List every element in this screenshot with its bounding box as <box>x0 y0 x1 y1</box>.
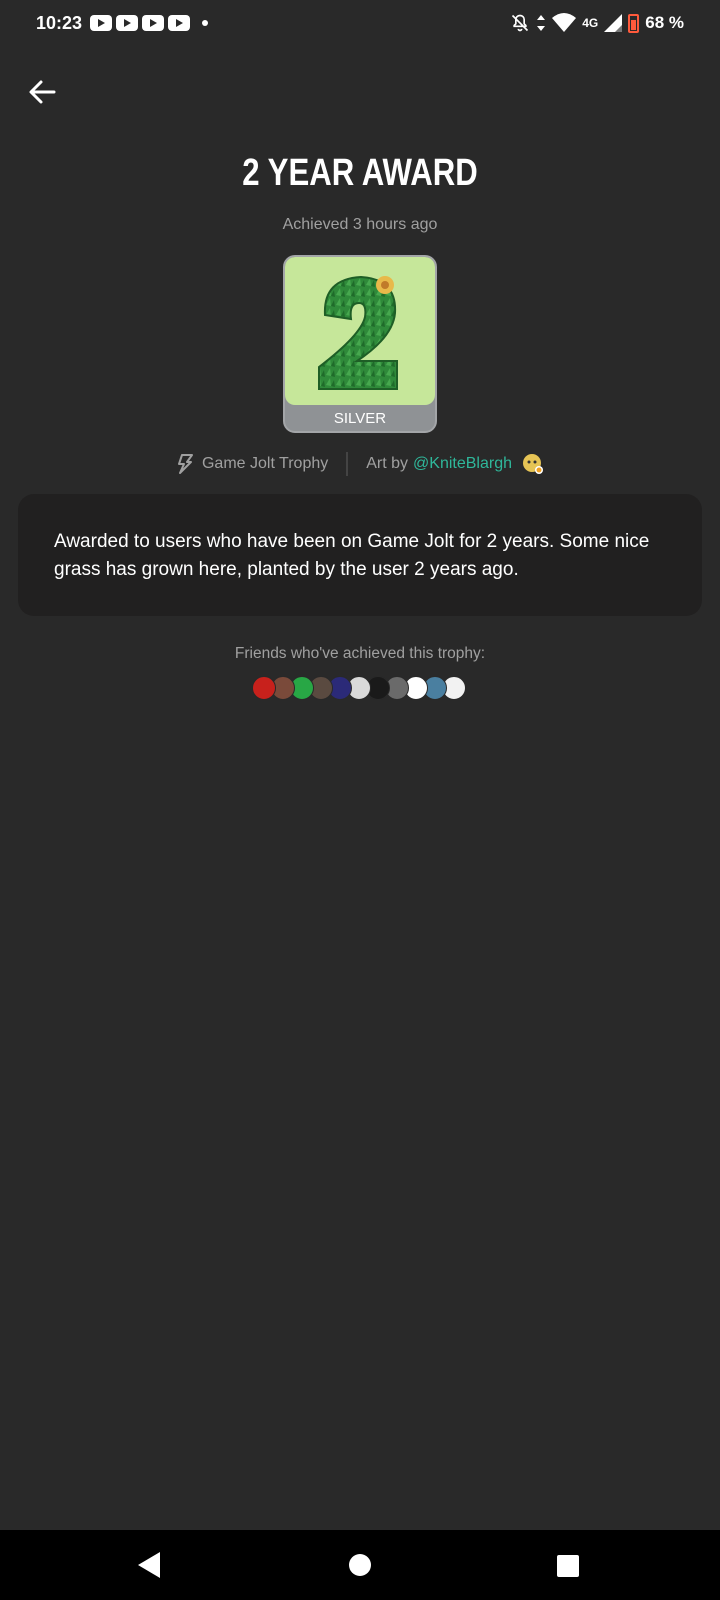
youtube-icon <box>90 15 112 31</box>
data-arrows-icon <box>537 15 546 31</box>
artist-link[interactable]: @KniteBlargh <box>413 455 512 473</box>
friends-avatar-list[interactable] <box>252 676 466 702</box>
status-bar: 10:23 4G 68 % <box>0 0 720 48</box>
network-type: 4G <box>582 16 599 30</box>
battery-icon <box>628 13 640 33</box>
trophy-description: Awarded to users who have been on Game J… <box>54 531 650 580</box>
status-right: 4G 68 % <box>510 13 684 33</box>
battery-level: 68 % <box>645 13 684 32</box>
trophy-meta: Game Jolt Trophy Art by @KniteBlargh <box>0 452 720 476</box>
grass-number-two-icon <box>318 275 398 390</box>
notifications-off-icon <box>512 14 529 32</box>
system-nav-bar <box>0 1530 720 1600</box>
friend-avatar[interactable] <box>252 676 276 700</box>
nav-back-icon[interactable] <box>138 1552 160 1578</box>
wifi-icon <box>552 13 577 32</box>
nav-home-icon[interactable] <box>349 1554 371 1576</box>
trophy-source-label: Game Jolt Trophy <box>201 455 329 472</box>
nav-recents-icon[interactable] <box>557 1555 579 1577</box>
signal-icon <box>604 14 623 32</box>
back-button[interactable] <box>22 72 62 112</box>
more-notifications-dot-icon <box>202 20 208 26</box>
trophy-image <box>285 257 435 405</box>
youtube-icon <box>142 15 164 31</box>
achieved-time: Achieved 3 hours ago <box>282 216 438 233</box>
trophy-tier-label: SILVER <box>333 410 387 427</box>
trophy-description-card: Awarded to users who have been on Game J… <box>18 494 702 616</box>
trophy-title: 2 YEAR AWARD <box>242 152 478 194</box>
game-jolt-bolt-icon <box>177 454 193 474</box>
meta-divider <box>346 452 349 476</box>
status-time: 10:23 <box>36 13 83 33</box>
trophy-source: Game Jolt Trophy <box>176 454 328 474</box>
friends-label: Friends who've achieved this trophy: <box>234 645 486 662</box>
youtube-icon <box>168 15 190 31</box>
trophy-badge: SILVER <box>283 255 437 433</box>
art-by-label: Art by <box>366 455 409 472</box>
youtube-icon <box>116 15 138 31</box>
artist-avatar-icon[interactable] <box>522 453 544 475</box>
notification-icons <box>90 15 208 31</box>
arrow-left-icon <box>29 80 56 104</box>
